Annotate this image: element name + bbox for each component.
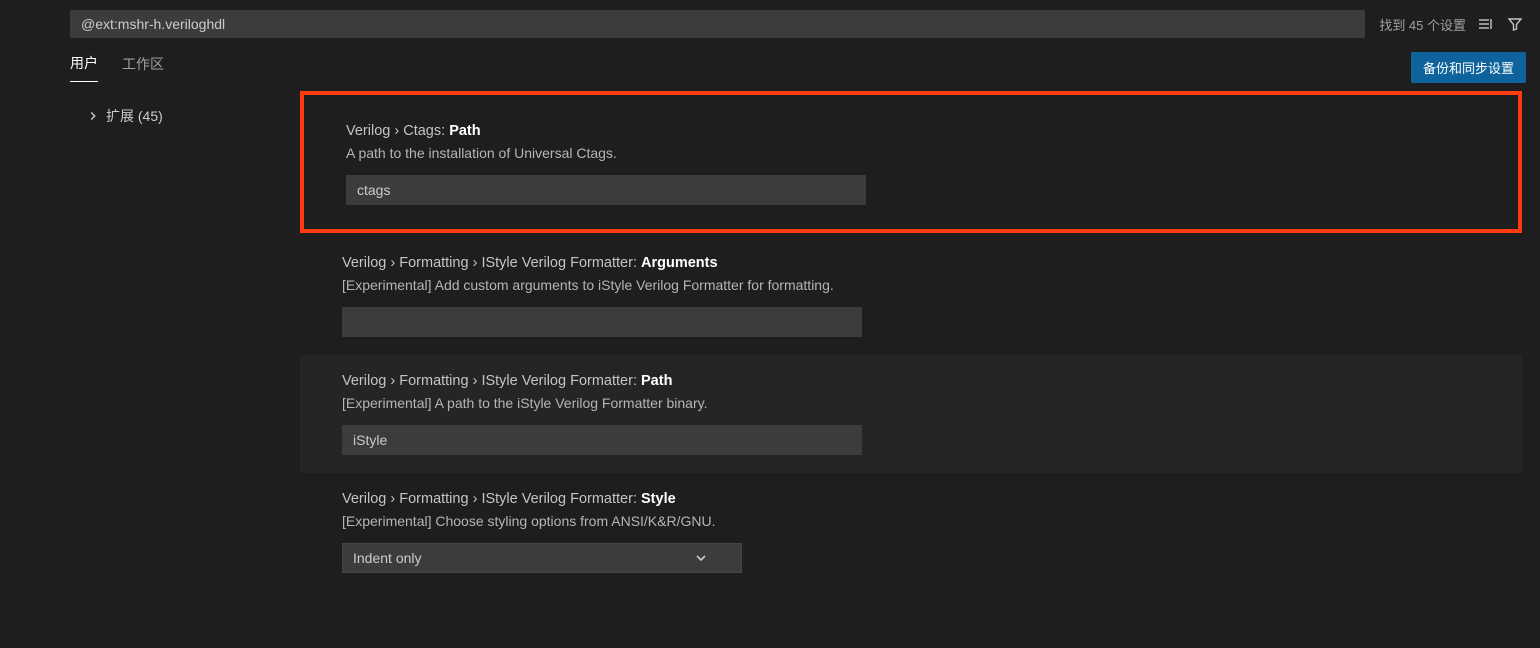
sidebar-item-label: 扩展 (45) (106, 106, 163, 126)
setting-description: A path to the installation of Universal … (346, 145, 1496, 161)
chevron-right-icon (86, 109, 100, 123)
settings-toc-icon[interactable] (1474, 13, 1496, 35)
setting-input-istyle-path[interactable] (342, 425, 862, 455)
setting-select-istyle-style[interactable]: Indent only (342, 543, 742, 573)
chevron-down-icon (693, 550, 709, 566)
tab-workspace[interactable]: 工作区 (122, 54, 164, 82)
setting-title: Verilog › Formatting › IStyle Verilog Fo… (342, 373, 1500, 389)
settings-sidebar: 扩展 (45) (0, 91, 300, 648)
setting-input-istyle-arguments[interactable] (342, 307, 862, 337)
setting-istyle-arguments: Verilog › Formatting › IStyle Verilog Fo… (300, 237, 1522, 355)
filter-icon[interactable] (1504, 13, 1526, 35)
setting-title: Verilog › Ctags: Path (346, 123, 1496, 139)
setting-istyle-path: Verilog › Formatting › IStyle Verilog Fo… (300, 355, 1522, 473)
sidebar-item-extensions[interactable]: 扩展 (45) (86, 103, 300, 129)
backup-sync-button[interactable]: 备份和同步设置 (1411, 52, 1526, 83)
setting-input-ctags-path[interactable] (346, 175, 866, 205)
tab-user[interactable]: 用户 (70, 53, 98, 82)
setting-description: [Experimental] Choose styling options fr… (342, 513, 1500, 529)
settings-search-input[interactable] (70, 10, 1365, 38)
setting-title: Verilog › Formatting › IStyle Verilog Fo… (342, 491, 1500, 507)
setting-description: [Experimental] Add custom arguments to i… (342, 277, 1500, 293)
setting-verilog-ctags-path: Verilog › Ctags: Path A path to the inst… (300, 91, 1522, 233)
select-value: Indent only (353, 550, 422, 566)
setting-istyle-style: Verilog › Formatting › IStyle Verilog Fo… (300, 473, 1522, 591)
settings-body: 扩展 (45) Verilog › Ctags: Path A path to … (0, 91, 1540, 648)
setting-title: Verilog › Formatting › IStyle Verilog Fo… (342, 255, 1500, 271)
settings-content: Verilog › Ctags: Path A path to the inst… (300, 91, 1540, 648)
settings-result-count: 找到 45 个设置 (1379, 15, 1466, 34)
settings-scope-tabs: 用户 工作区 备份和同步设置 (0, 42, 1540, 83)
settings-search-row: 找到 45 个设置 (0, 0, 1540, 42)
setting-description: [Experimental] A path to the iStyle Veri… (342, 395, 1500, 411)
